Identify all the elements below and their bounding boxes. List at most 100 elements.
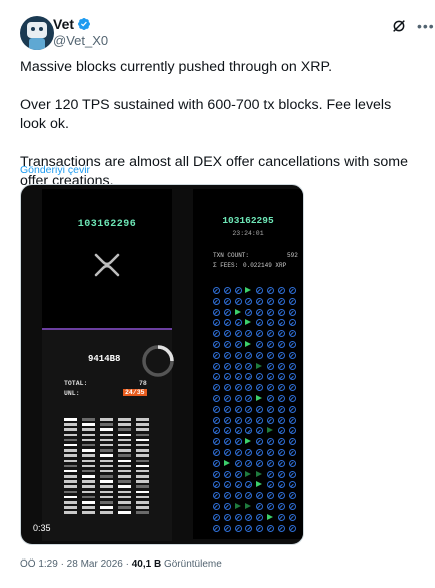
validator-bar xyxy=(82,459,95,462)
offer-cancel-icon xyxy=(223,297,231,305)
author-name-row[interactable]: Vet xyxy=(53,16,91,32)
offer-create-icon xyxy=(256,362,263,369)
offer-cancel-icon xyxy=(267,362,274,370)
offer-cancel-icon xyxy=(256,287,264,294)
validator-bar xyxy=(64,423,77,426)
tweet-header: Vet @Vet_X0 ••• xyxy=(20,16,434,52)
unl-value: 24/35 xyxy=(123,389,147,396)
offer-cancel-icon xyxy=(256,438,264,446)
validator-bar xyxy=(82,480,95,483)
validator-bar xyxy=(82,495,95,499)
validator-bar xyxy=(82,485,95,488)
validator-bar xyxy=(136,423,149,426)
ledger-current-panel: 103162296 xyxy=(42,189,172,328)
video-left-panel: 103162296 9414B8 TOTAL: 78 UNL: 24/35 xyxy=(42,189,174,541)
validation-panel: 9414B8 TOTAL: 78 UNL: 24/35 xyxy=(42,328,174,541)
validator-bar xyxy=(64,501,77,504)
validator-bar xyxy=(100,495,113,499)
offer-cancel-icon xyxy=(234,297,242,305)
offer-cancel-icon xyxy=(213,449,220,456)
offer-cancel-icon xyxy=(288,373,296,381)
offer-cancel-icon xyxy=(213,459,220,467)
offer-cancel-icon xyxy=(223,416,231,424)
validator-bar xyxy=(136,495,149,499)
offer-cancel-icon xyxy=(245,427,253,435)
offer-cancel-icon xyxy=(267,297,274,305)
avatar[interactable] xyxy=(20,16,54,50)
offer-cancel-icon xyxy=(234,438,242,446)
offer-cancel-icon xyxy=(267,319,274,327)
offer-cancel-icon xyxy=(256,503,264,510)
offer-cancel-icon xyxy=(267,449,274,456)
offer-cancel-icon xyxy=(234,427,242,435)
offer-cancel-icon xyxy=(277,438,285,446)
validator-bar xyxy=(118,506,131,509)
validator-bar xyxy=(118,443,131,447)
offer-cancel-icon xyxy=(223,319,231,327)
total-value: 78 xyxy=(139,380,147,387)
offer-cancel-icon xyxy=(288,524,296,532)
offer-cancel-icon xyxy=(277,524,285,532)
offer-cancel-icon xyxy=(213,384,220,392)
author-handle[interactable]: @Vet_X0 xyxy=(53,33,108,48)
more-options-icon[interactable]: ••• xyxy=(417,19,435,33)
translate-link[interactable]: Gönderiyi çevir xyxy=(20,164,90,176)
offer-cancel-icon xyxy=(277,319,285,327)
grok-icon[interactable] xyxy=(391,18,407,34)
video-right-panel: 103162295 23:24:01 TXN COUNT: 592 Σ FEES… xyxy=(193,189,303,539)
offer-cancel-icon xyxy=(256,524,264,532)
offer-cancel-icon xyxy=(256,384,264,392)
offer-cancel-icon xyxy=(223,330,231,338)
validator-bar xyxy=(82,469,95,473)
offer-cancel-icon xyxy=(234,524,242,532)
validator-bar xyxy=(82,418,95,421)
offer-cancel-icon xyxy=(213,341,220,348)
validator-bar xyxy=(136,506,149,509)
validator-bar xyxy=(136,438,149,442)
offer-cancel-icon xyxy=(213,427,220,435)
validator-bar xyxy=(64,490,77,494)
offer-cancel-icon xyxy=(223,503,231,510)
avatar-eye-right xyxy=(39,27,43,31)
offer-cancel-icon xyxy=(277,362,285,370)
validator-bar xyxy=(136,418,149,421)
offer-create-icon xyxy=(267,513,273,520)
offer-cancel-icon xyxy=(288,384,296,392)
offer-cancel-icon xyxy=(245,297,253,305)
video-timer: 0:35 xyxy=(33,523,51,533)
validator-bar xyxy=(64,469,77,473)
txn-count-value: 592 xyxy=(287,252,298,259)
validator-bar xyxy=(118,511,131,514)
offer-cancel-icon xyxy=(213,297,220,305)
video-player[interactable]: 103162296 9414B8 TOTAL: 78 UNL: 24/35 10… xyxy=(20,184,304,545)
offer-cancel-icon xyxy=(223,384,231,392)
offer-cancel-icon xyxy=(234,384,242,392)
validator-bar xyxy=(136,454,149,457)
offer-cancel-icon xyxy=(288,362,296,370)
validator-bar xyxy=(100,490,113,494)
offer-create-icon xyxy=(245,503,252,509)
fees-label: Σ FEES: xyxy=(213,262,239,269)
post-timestamp[interactable]: ÖÖ 1:29 · 28 Mar 2026 · xyxy=(20,559,132,570)
validator-bar xyxy=(136,501,149,504)
validator-bar xyxy=(64,511,77,514)
offer-cancel-icon xyxy=(267,341,274,348)
validator-bar xyxy=(64,433,77,437)
offer-cancel-icon xyxy=(234,449,242,456)
validator-bar xyxy=(136,480,149,483)
bar-column xyxy=(118,418,131,517)
offer-cancel-icon xyxy=(288,481,296,489)
validator-bar xyxy=(136,449,149,452)
offer-create-icon xyxy=(256,395,263,401)
offer-cancel-icon xyxy=(277,449,285,456)
offer-cancel-icon xyxy=(277,287,285,294)
offer-cancel-icon xyxy=(223,287,231,294)
offer-cancel-icon xyxy=(288,503,296,510)
view-count: 40,1 B xyxy=(131,559,162,570)
offer-create-icon xyxy=(267,427,273,434)
offer-cancel-icon xyxy=(277,481,285,489)
author-name[interactable]: Vet xyxy=(53,16,74,32)
offer-cancel-icon xyxy=(234,319,242,327)
offer-cancel-icon xyxy=(245,492,253,500)
validator-bar xyxy=(136,485,149,488)
